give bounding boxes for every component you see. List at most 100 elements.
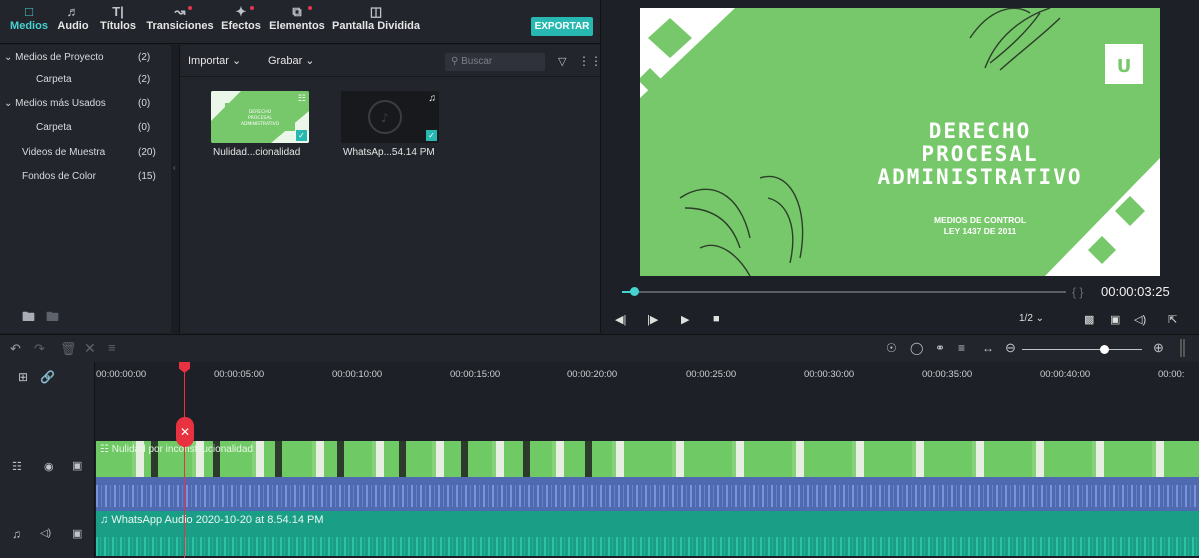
video-clip[interactable]: ☷ Nulidad por inconstitucionalidad: [96, 441, 1199, 477]
lock-icon[interactable]: ▣: [72, 459, 82, 472]
library-item-project-media[interactable]: ⌄ Medios de Proyecto (2): [0, 47, 171, 69]
stop-icon[interactable]: ■: [713, 313, 720, 325]
redo-icon[interactable]: ↷: [34, 341, 45, 357]
skip-back-icon[interactable]: ◀|: [615, 313, 626, 326]
film-icon: ☷: [297, 93, 306, 103]
music-note-icon: ♫: [428, 93, 437, 104]
preview-scrub-handle[interactable]: [630, 287, 639, 296]
preview-scrub-bar[interactable]: [622, 291, 1066, 293]
undo-icon[interactable]: ↶: [10, 341, 21, 357]
tab-transiciones[interactable]: ↝ Transiciones: [144, 4, 216, 32]
audio-clip[interactable]: ♫ WhatsApp Audio 2020-10-20 at 8.54.14 P…: [96, 511, 1199, 556]
tab-audio[interactable]: ♬ Audio: [56, 4, 90, 32]
audio-waveform: [96, 537, 1199, 556]
new-folder-icon[interactable]: 🖿: [22, 308, 35, 330]
tab-elementos[interactable]: ⧉ Elementos: [266, 4, 328, 32]
import-dropdown[interactable]: Importar ⌄: [188, 54, 241, 67]
tab-titulos[interactable]: T| Títulos: [96, 4, 140, 32]
panel-splitter[interactable]: ‹: [171, 45, 180, 333]
audio-mixer-icon[interactable]: ≡: [958, 341, 965, 355]
zoom-select[interactable]: 1/2 ⌄: [1019, 313, 1044, 324]
media-thumbnail-audio[interactable]: ♪ ♫ ✓: [341, 91, 439, 143]
add-track-icon[interactable]: ⊞: [18, 370, 28, 384]
elements-icon: ⧉: [266, 4, 328, 20]
tab-medios[interactable]: □ Medios: [8, 4, 50, 32]
visibility-icon[interactable]: ◉: [44, 460, 54, 473]
lock-icon[interactable]: ▣: [72, 527, 82, 540]
media-thumbnail-video[interactable]: DERECHO PROCESAL ADMINISTRATIVO ☷ ✓: [211, 91, 309, 143]
speaker-icon[interactable]: ◁): [40, 528, 51, 539]
split-screen-icon: ◫: [369, 4, 383, 19]
fullscreen-icon[interactable]: ⇱: [1168, 313, 1177, 326]
check-icon: ✓: [426, 130, 437, 141]
video-track-icon: ☷: [12, 461, 22, 473]
timeline-zoom-slider[interactable]: [1022, 349, 1142, 350]
library-item-folder[interactable]: Carpeta (2): [0, 69, 171, 91]
adjust-icon[interactable]: ≡: [108, 340, 116, 355]
record-dropdown[interactable]: Grabar ⌄: [268, 54, 315, 67]
marker-icon[interactable]: ◯: [910, 341, 923, 355]
library-item-color-backgrounds[interactable]: Fondos de Color (15): [0, 166, 171, 188]
audio-disc-icon: ♪: [368, 100, 402, 134]
music-note-icon: ♬: [66, 4, 80, 19]
media-item-label: Nulidad...cionalidad: [213, 147, 301, 158]
snapshot-icon[interactable]: ▣: [1110, 313, 1120, 326]
render-icon[interactable]: ☉: [886, 341, 897, 355]
tab-efectos[interactable]: ✦ Efectos: [218, 4, 264, 32]
media-tabs-bar: □ Medios ♬ Audio T| Títulos ↝ Transicion…: [0, 0, 600, 44]
search-icon: ⚲: [451, 56, 459, 67]
check-icon: ✓: [296, 130, 307, 141]
playhead[interactable]: [184, 362, 185, 558]
empty-track[interactable]: [96, 386, 1199, 440]
delete-icon[interactable]: 🗑: [60, 341, 77, 357]
timeline-zoom-handle[interactable]: [1100, 345, 1109, 354]
slide-title: DERECHO PROCESAL ADMINISTRATIVO: [877, 119, 1083, 189]
slide-subtitle: MEDIOS DE CONTROL LEY 1437 DE 2011: [933, 215, 1027, 236]
library-item-folder[interactable]: Carpeta (0): [0, 117, 171, 139]
transition-icon: ↝: [144, 4, 216, 20]
chevron-down-icon: ⌄: [4, 52, 13, 63]
effects-icon: ✦: [218, 4, 264, 20]
export-button[interactable]: EXPORTAR: [531, 17, 593, 36]
in-out-marker-icon[interactable]: { }: [1072, 285, 1083, 299]
link-icon[interactable]: 🔗: [40, 370, 55, 384]
play-icon[interactable]: ▶: [681, 313, 689, 326]
audio-clip-label: ♫ WhatsApp Audio 2020-10-20 at 8.54.14 P…: [100, 514, 324, 526]
grid-view-icon[interactable]: ⋮⋮: [578, 54, 602, 68]
zoom-out-icon[interactable]: ⊖: [1005, 340, 1016, 356]
chevron-down-icon: ⌄: [4, 98, 13, 109]
search-input[interactable]: ⚲ Buscar: [445, 53, 545, 71]
video-clip-label: ☷ Nulidad por inconstitucionalidad: [100, 444, 253, 455]
fit-timeline-icon[interactable]: ↔: [982, 341, 994, 355]
preview-timecode: 00:00:03:25: [1101, 284, 1170, 299]
track-headers: ⊞ 🔗 ☷ ◉ ▣ ♫ ◁) ▣: [0, 362, 95, 558]
library-item-most-used[interactable]: ⌄ Medios más Usados (0): [0, 93, 171, 115]
tab-pantalla-dividida[interactable]: ◫ Pantalla Dividida: [330, 4, 422, 32]
cut-icon[interactable]: ✕: [84, 340, 96, 357]
render-preview-icon[interactable]: ▩: [1084, 313, 1094, 326]
library-item-sample-videos[interactable]: Videos de Muestra (20): [0, 142, 171, 164]
scissors-icon[interactable]: ✕: [176, 417, 194, 447]
folder-icon: □: [25, 4, 33, 19]
media-item-label: WhatsAp...54.14 PM: [343, 147, 435, 158]
audio-track-icon: ♫: [12, 527, 21, 541]
chevron-left-icon: ‹: [173, 163, 176, 172]
remove-folder-icon[interactable]: 🖿: [46, 308, 59, 330]
step-forward-icon[interactable]: |▶: [647, 313, 658, 326]
media-panel: [180, 45, 600, 333]
preview-screen: U DERECHO PROCESAL ADMINISTRATIVO MEDIOS…: [640, 8, 1160, 276]
microphone-icon[interactable]: ⚭: [935, 341, 945, 355]
timeline-ruler[interactable]: 00:00:00:00 00:00:05:00 00:00:10:00 00:0…: [96, 362, 1199, 386]
zoom-in-icon[interactable]: ⊕: [1153, 340, 1164, 356]
timeline-toolbar: ↶ ↷ 🗑 ✕ ≡ ☉ ◯ ⚭ ≡ ↔ ⊖ ⊕: [0, 334, 1199, 362]
text-icon: T|: [112, 4, 124, 19]
filter-icon[interactable]: ▽: [558, 55, 566, 68]
svg-text:PROCESAL: PROCESAL: [248, 115, 272, 121]
svg-text:U: U: [1117, 56, 1132, 77]
svg-text:♪: ♪: [381, 111, 389, 125]
panel-grip-icon: [1180, 339, 1185, 357]
video-audio-waveform: [96, 477, 1199, 511]
library-panel: ⌄ Medios de Proyecto (2) Carpeta (2) ⌄ M…: [0, 45, 171, 333]
volume-icon[interactable]: ◁): [1134, 313, 1146, 326]
svg-text:DERECHO: DERECHO: [249, 109, 272, 115]
